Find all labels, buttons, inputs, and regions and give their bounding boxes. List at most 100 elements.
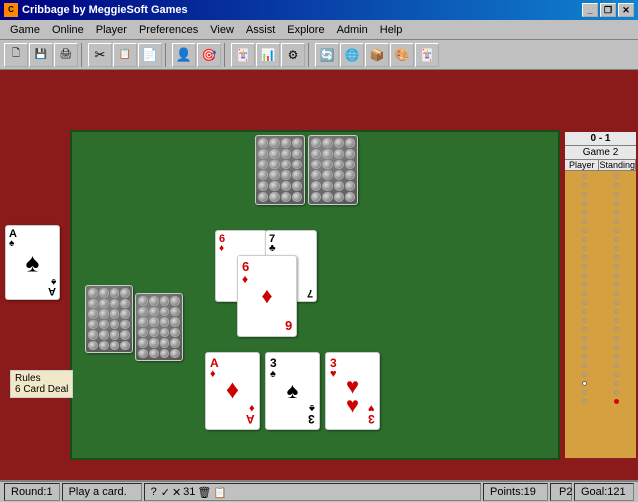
dot-row-peg2: [567, 389, 634, 396]
card-back-pattern: [309, 136, 357, 204]
window-controls: _ ❐ ✕: [582, 3, 634, 17]
dot-row: [567, 299, 634, 306]
ace-d-value-br: A: [246, 412, 255, 426]
ace-d-suit-center: ♦: [226, 374, 239, 405]
dot-row: [567, 272, 634, 279]
dealer-card-1[interactable]: [255, 135, 305, 205]
score-columns: Player Standing: [565, 160, 636, 171]
dot-row: [567, 227, 634, 234]
player-hand-cards: A ♦ ♦ ♦ A 3 ♠ ♠ ♠ 3 3 ♥ ♥ ♥ ♥ 3: [205, 352, 380, 430]
points-text: Points:19: [490, 486, 536, 498]
menu-help[interactable]: Help: [374, 22, 409, 38]
toolbar-player[interactable]: 👤: [172, 43, 196, 67]
player-three-spades[interactable]: 3 ♠ ♠ ♠ 3: [265, 352, 320, 430]
toolbar-sep3: [224, 43, 228, 67]
menu-view[interactable]: View: [204, 22, 240, 38]
player-ace-diamonds[interactable]: A ♦ ♦ ♦ A: [205, 352, 260, 430]
menu-assist[interactable]: Assist: [240, 22, 281, 38]
dot-row: [567, 326, 634, 333]
menu-explore[interactable]: Explore: [281, 22, 330, 38]
status-bar: Round:1 Play a card. ? ✓ ✕ 31 🗑 📋 Points…: [0, 480, 638, 502]
toolbar-paste[interactable]: 📄: [138, 43, 162, 67]
menu-admin[interactable]: Admin: [331, 22, 374, 38]
six-d2-value-br: 6: [285, 318, 292, 333]
menu-player[interactable]: Player: [90, 22, 133, 38]
dot-row: [567, 245, 634, 252]
dot-row-peg1: [567, 380, 634, 387]
seven-c-value-br: 7: [307, 287, 313, 299]
toolbar-extra[interactable]: 🃏: [415, 43, 439, 67]
toolbar-settings[interactable]: ⚙: [281, 43, 305, 67]
toolbar-sep1: [81, 43, 85, 67]
dot-row: [567, 362, 634, 369]
opp-card-1[interactable]: [85, 285, 133, 353]
cards-icon[interactable]: 📋: [213, 486, 227, 499]
six-d2-suit-center: ♦: [261, 283, 272, 309]
opp-card-2[interactable]: [135, 293, 183, 361]
dot-row: [567, 254, 634, 261]
ace-suit-tl: ♠: [9, 238, 14, 249]
status-points: Points:19: [483, 483, 548, 501]
menu-preferences[interactable]: Preferences: [133, 22, 204, 38]
x-icon[interactable]: ✕: [172, 486, 181, 499]
toolbar-stats[interactable]: 📊: [256, 43, 280, 67]
dot-row: [567, 209, 634, 216]
toolbar-cut[interactable]: ✂: [88, 43, 112, 67]
player-ace-card[interactable]: A ♠ ♠ ♠ A: [5, 225, 60, 300]
toolbar-save[interactable]: 💾: [29, 43, 53, 67]
dot-row-peg3: [567, 398, 634, 405]
six-d2-suit-tl: ♦: [242, 272, 248, 286]
toolbar-new[interactable]: 🗋: [4, 43, 28, 67]
seven-c-suit-tl: ♣: [269, 243, 276, 254]
three-h-suit-center2: ♥: [346, 392, 359, 418]
dealer-back-cards: [255, 135, 358, 205]
toolbar-net[interactable]: 🌐: [340, 43, 364, 67]
restore-button[interactable]: ❐: [600, 3, 616, 17]
toolbar-sep2: [165, 43, 169, 67]
toolbar-target[interactable]: 🎯: [197, 43, 221, 67]
score-col-player: Player: [565, 160, 599, 170]
play-card-six-diamonds-front[interactable]: 6 ♦ ♦ 6: [237, 255, 297, 337]
dot-row: [567, 182, 634, 189]
dot-row: [567, 191, 634, 198]
player-three-hearts[interactable]: 3 ♥ ♥ ♥ ♥ 3: [325, 352, 380, 430]
dot-row: [567, 200, 634, 207]
dealer-card-2[interactable]: [308, 135, 358, 205]
player-label: P2: [559, 486, 572, 498]
menu-game[interactable]: Game: [4, 22, 46, 38]
toolbar-pack[interactable]: 📦: [365, 43, 389, 67]
close-button[interactable]: ✕: [618, 3, 634, 17]
dot-row: [567, 371, 634, 378]
dot-row: [567, 353, 634, 360]
title-icon: C: [4, 3, 18, 17]
three-s-suit-center: ♠: [287, 378, 299, 404]
check-icon[interactable]: ✓: [161, 486, 170, 499]
dot-row: [567, 344, 634, 351]
toolbar-sep4: [308, 43, 312, 67]
31-label: 31: [183, 486, 195, 498]
status-player-indicator: P2: [550, 483, 572, 501]
dot-row: [567, 290, 634, 297]
minimize-button[interactable]: _: [582, 3, 598, 17]
toolbar-refresh[interactable]: 🔄: [315, 43, 339, 67]
dot-row: [567, 236, 634, 243]
three-h-suit-tl: ♥: [330, 368, 337, 380]
toolbar-theme[interactable]: 🎨: [390, 43, 414, 67]
scoreboard: 0 - 1 Game 2 Player Standing: [563, 130, 638, 460]
ace-suit-center: ♠: [26, 247, 40, 278]
status-goal: Goal:121: [574, 483, 634, 501]
opponent-back-cards: [85, 285, 133, 353]
message-text: Play a card.: [69, 486, 127, 498]
status-round: Round:1: [4, 483, 60, 501]
card-back-pattern: [256, 136, 304, 204]
play-area-cards: 6 ♦ ♦ 6 7 ♣ ♣ 7 6 ♦ ♦ 6: [215, 230, 345, 340]
help-icon[interactable]: ?: [151, 486, 157, 498]
toolbar-copy[interactable]: 📋: [113, 43, 137, 67]
menu-online[interactable]: Online: [46, 22, 90, 38]
toolbar-deal[interactable]: 🃏: [231, 43, 255, 67]
toolbar-print[interactable]: 🖨: [54, 43, 78, 67]
ace-value-br: A: [48, 285, 56, 297]
trash-icon[interactable]: 🗑: [197, 486, 211, 499]
title-bar: C Cribbage by MeggieSoft Games _ ❐ ✕: [0, 0, 638, 20]
score-rows: [565, 171, 636, 441]
